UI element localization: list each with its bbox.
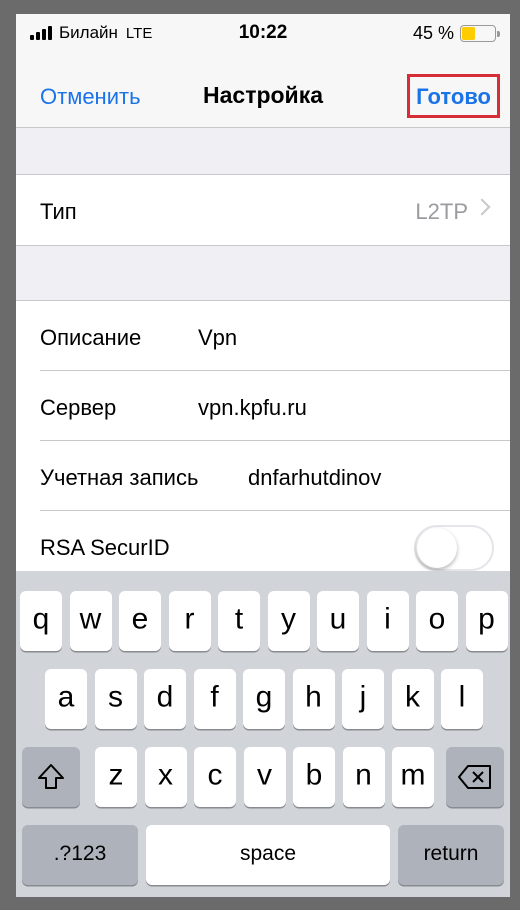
- key-label: v: [257, 758, 272, 792]
- key-o[interactable]: o: [416, 591, 458, 651]
- type-row[interactable]: Тип L2TP: [16, 175, 510, 245]
- numbers-key-label: .?123: [53, 841, 107, 865]
- key-label: i: [384, 602, 391, 636]
- return-key-label: return: [423, 841, 479, 865]
- key-label: p: [478, 602, 495, 636]
- key-label: m: [400, 758, 426, 792]
- key-label: l: [458, 680, 466, 714]
- type-group: Тип L2TP: [16, 174, 510, 246]
- key-z[interactable]: z: [95, 747, 137, 807]
- key-d[interactable]: d: [144, 669, 186, 729]
- backspace-key[interactable]: [446, 747, 504, 807]
- key-x[interactable]: x: [144, 747, 187, 807]
- key-u[interactable]: u: [317, 591, 359, 651]
- key-label: h: [305, 680, 322, 714]
- space-key[interactable]: space: [146, 825, 390, 885]
- key-j[interactable]: j: [342, 669, 384, 729]
- key-label: g: [255, 680, 273, 714]
- key-label: w: [79, 602, 102, 636]
- key-label: f: [210, 680, 219, 714]
- rsa-toggle[interactable]: [414, 525, 494, 571]
- description-label: Описание: [40, 325, 142, 350]
- status-bar: Билайн LTE 10:22 45 %: [16, 14, 510, 54]
- device-frame: Билайн LTE 10:22 45 % Отменить Настройка…: [0, 0, 520, 910]
- key-a[interactable]: a: [45, 669, 87, 729]
- key-b[interactable]: b: [293, 747, 335, 807]
- key-c[interactable]: c: [194, 747, 236, 807]
- numbers-key[interactable]: .?123: [22, 825, 138, 885]
- server-row: Сервер vpn.kpfu.ru: [16, 371, 510, 441]
- type-value: L2TP: [415, 199, 468, 224]
- key-i[interactable]: i: [366, 591, 409, 651]
- key-label: k: [405, 680, 420, 714]
- rsa-label: RSA SecurID: [40, 535, 170, 560]
- description-field[interactable]: Vpn: [198, 325, 237, 351]
- key-label: d: [156, 680, 174, 714]
- shift-key[interactable]: [22, 747, 80, 807]
- key-label: o: [428, 602, 446, 636]
- key-label: y: [281, 602, 296, 636]
- key-l[interactable]: l: [441, 669, 483, 729]
- toggle-knob: [417, 528, 457, 568]
- account-label: Учетная запись: [40, 465, 199, 490]
- key-label: q: [32, 602, 50, 636]
- key-label: u: [329, 602, 347, 636]
- key-n[interactable]: n: [342, 747, 385, 807]
- key-label: z: [108, 758, 124, 792]
- key-g[interactable]: g: [243, 669, 285, 729]
- key-y[interactable]: y: [267, 591, 310, 651]
- navigation-bar: Отменить Настройка Готово: [16, 54, 510, 128]
- key-p[interactable]: p: [465, 591, 508, 651]
- type-label: Тип: [40, 199, 77, 224]
- key-s[interactable]: s: [94, 669, 137, 729]
- account-field[interactable]: dnfarhutdinov: [248, 465, 381, 491]
- battery-percent: 45 %: [412, 23, 454, 43]
- server-label: Сервер: [40, 395, 117, 420]
- battery-icon: [460, 25, 500, 42]
- key-w[interactable]: w: [69, 591, 112, 651]
- key-v[interactable]: v: [243, 747, 286, 807]
- battery-fill: [462, 27, 476, 40]
- key-k[interactable]: k: [391, 669, 434, 729]
- key-r[interactable]: r: [168, 591, 211, 651]
- key-m[interactable]: m: [392, 747, 434, 807]
- key-label: e: [131, 602, 149, 636]
- space-key-label: space: [239, 841, 297, 865]
- key-e[interactable]: e: [119, 591, 161, 651]
- account-row: Учетная запись dnfarhutdinov: [16, 441, 510, 511]
- key-label: b: [305, 758, 323, 792]
- return-key[interactable]: return: [398, 825, 504, 885]
- key-label: a: [57, 680, 75, 714]
- key-f[interactable]: f: [193, 669, 236, 729]
- key-label: c: [207, 758, 223, 792]
- screen: Билайн LTE 10:22 45 % Отменить Настройка…: [16, 14, 510, 897]
- shift-icon: [38, 764, 64, 789]
- key-t[interactable]: t: [218, 591, 260, 651]
- key-label: x: [158, 758, 173, 792]
- key-label: s: [108, 680, 123, 714]
- chevron-right-icon: [473, 198, 491, 216]
- key-q[interactable]: q: [20, 591, 62, 651]
- keyboard: .?123 space return qwe r t yu i op asd f gh j k l zx…: [16, 571, 510, 897]
- vpn-fields-group: Описание Vpn Сервер vpn.kpfu.ru Учетная …: [16, 300, 510, 582]
- key-h[interactable]: h: [292, 669, 335, 729]
- done-button[interactable]: Готово: [407, 74, 500, 118]
- server-field[interactable]: vpn.kpfu.ru: [198, 395, 307, 421]
- key-label: j: [359, 680, 367, 714]
- description-row: Описание Vpn: [16, 301, 510, 371]
- status-right: 45 %: [412, 23, 500, 44]
- key-label: t: [234, 602, 244, 636]
- backspace-icon: [458, 765, 491, 789]
- key-label: n: [355, 758, 372, 792]
- key-label: r: [184, 602, 195, 636]
